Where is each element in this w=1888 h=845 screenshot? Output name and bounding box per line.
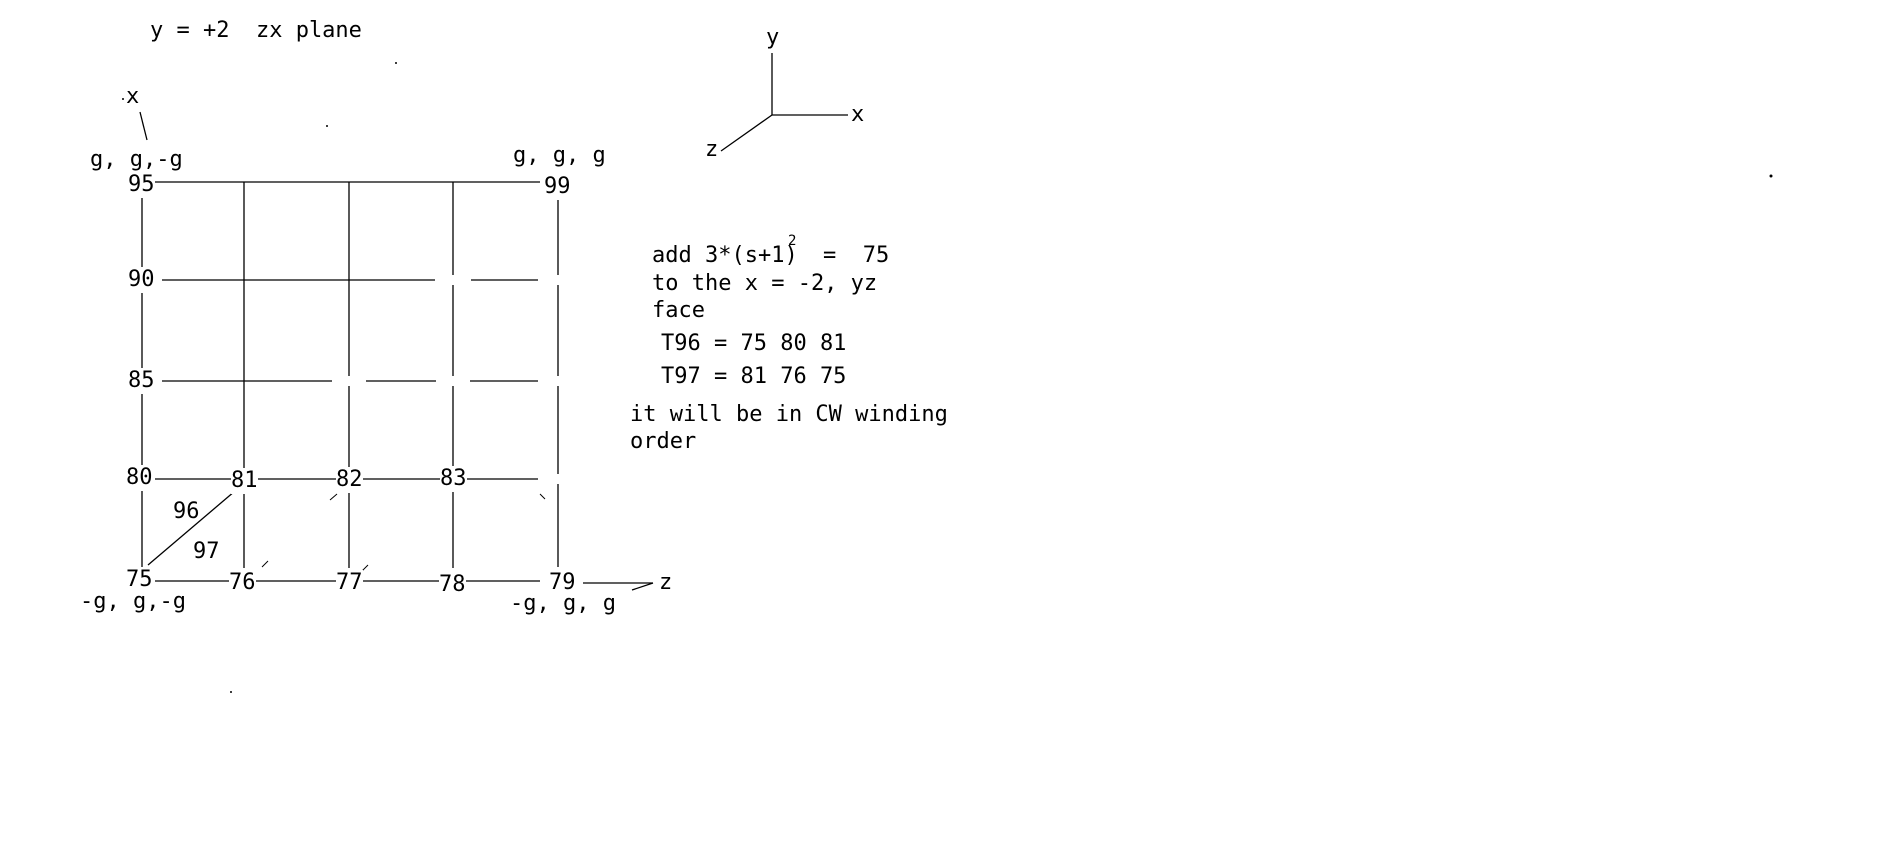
gap-90-a	[435, 275, 471, 285]
vertex-label: 85	[128, 368, 155, 394]
vertex-label: 76	[229, 570, 256, 596]
stray-dot	[1769, 174, 1773, 178]
stray-dot	[395, 62, 397, 64]
note-formula: add 3*(s+1)	[652, 243, 798, 268]
stray-mark	[361, 564, 369, 572]
note-t96-definition: T96 = 75 80 81	[661, 331, 847, 356]
gap-80-c	[538, 474, 564, 484]
triangle-label: 96	[173, 499, 200, 524]
note-formula-superscript: 2	[788, 233, 797, 249]
note-winding-line-2: order	[630, 429, 697, 454]
x-axis-label: x	[126, 84, 140, 109]
note-t97-definition: T97 = 81 76 75	[661, 364, 847, 389]
vertex-label: 80	[126, 465, 153, 491]
gap-85-c	[538, 376, 564, 386]
vertex-label: 79	[549, 570, 576, 596]
vertex-label: 82	[336, 467, 363, 493]
stray-mark	[261, 560, 269, 568]
stray-mark	[329, 493, 338, 501]
gap-90-b	[538, 275, 564, 285]
gizmo-z-label: z	[705, 137, 719, 162]
vertex-label: 95	[128, 172, 155, 198]
gap-85-a	[332, 376, 366, 386]
vertex-label: 78	[439, 572, 466, 598]
stray-dot	[122, 98, 124, 100]
vertex-label: 81	[231, 468, 258, 494]
vertex-label: 77	[336, 570, 363, 596]
note-winding-line-1: it will be in CW winding	[630, 402, 948, 427]
gizmo-x-label: x	[851, 102, 865, 127]
note-formula-result: = 75	[823, 243, 890, 268]
gap-85-b	[436, 376, 470, 386]
note-line-3: face	[652, 298, 705, 323]
vertex-label: 99	[544, 174, 571, 200]
corner-label-top-left: g, g,-g	[90, 147, 183, 172]
stray-dot	[326, 125, 328, 127]
vertex-label: 90	[128, 267, 155, 293]
gizmo-z-axis	[720, 114, 773, 152]
note-line-2: to the x = -2, yz	[652, 271, 878, 296]
z-axis-arrow-head	[631, 582, 654, 591]
stray-dot	[230, 691, 232, 693]
x-axis-arrow-line	[139, 111, 148, 141]
stray-mark	[539, 493, 546, 500]
triangle-label: 97	[193, 539, 220, 564]
gizmo-y-label: y	[766, 25, 780, 50]
vertex-label: 75	[126, 567, 153, 593]
vertex-label: 83	[440, 466, 467, 492]
corner-label-top-right: g, g, g	[513, 143, 606, 168]
z-axis-label: z	[659, 570, 673, 595]
page-title: y = +2 zx plane	[150, 18, 362, 43]
